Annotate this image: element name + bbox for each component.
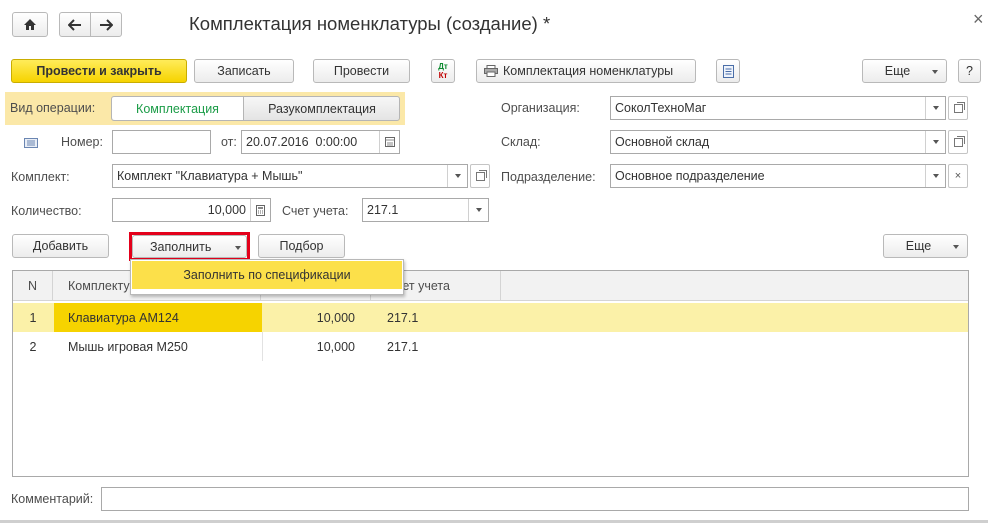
operation-option-disassembly[interactable]: Разукомплектация [245, 97, 399, 120]
operation-option-assembly[interactable]: Комплектация [112, 97, 244, 120]
number-input[interactable] [112, 130, 211, 154]
number-label: Номер: [61, 135, 103, 149]
row-account[interactable]: 217.1 [372, 303, 501, 332]
print-button[interactable]: Комплектация номенклатуры [476, 59, 696, 83]
quantity-label: Количество: [11, 204, 82, 218]
date-value: 20.07.2016 0:00:00 [246, 135, 358, 149]
add-row-button[interactable]: Добавить [12, 234, 109, 258]
organization-input[interactable]: СоколТехноМаг [610, 96, 946, 120]
comment-input[interactable] [101, 487, 969, 511]
chevron-down-icon [953, 245, 959, 249]
department-input[interactable]: Основное подразделение [610, 164, 946, 188]
fill-button[interactable]: Заполнить [132, 235, 247, 258]
window-title: Комплектация номенклатуры (создание) * [189, 13, 551, 34]
chevron-down-icon [932, 70, 938, 74]
account-input[interactable]: 217.1 [362, 198, 489, 222]
account-dropdown-icon[interactable] [468, 199, 488, 221]
warehouse-dropdown-icon[interactable] [925, 131, 945, 153]
print-button-label: Комплектация номенклатуры [503, 64, 674, 78]
organization-open-button[interactable] [948, 96, 968, 120]
department-clear-button[interactable]: × [948, 164, 968, 188]
write-button[interactable]: Записать [194, 59, 294, 83]
warehouse-label: Склад: [501, 135, 541, 149]
row-item[interactable]: Мышь игровая М250 [54, 332, 262, 361]
calculator-icon[interactable] [250, 199, 270, 221]
back-button[interactable] [59, 12, 91, 37]
organization-value: СоколТехноМаг [615, 101, 707, 115]
report-button[interactable] [716, 59, 740, 83]
kit-input[interactable]: Комплект "Клавиатура + Мышь" [112, 164, 468, 188]
list-icon [24, 138, 38, 148]
open-icon [953, 101, 965, 113]
more-actions-button[interactable]: Еще [862, 59, 947, 83]
fill-by-specification-item[interactable]: Заполнить по спецификации [132, 261, 402, 289]
table-more-button[interactable]: Еще [883, 234, 968, 258]
clear-icon: × [954, 170, 962, 182]
warehouse-value: Основной склад [615, 135, 710, 149]
date-input[interactable]: 20.07.2016 0:00:00 [241, 130, 400, 154]
open-icon [475, 169, 487, 181]
post-and-close-button[interactable]: Провести и закрыть [11, 59, 187, 83]
row-quantity[interactable]: 10,000 [262, 332, 371, 361]
help-button[interactable]: ? [958, 59, 981, 83]
department-dropdown-icon[interactable] [925, 165, 945, 187]
fill-button-label: Заполнить [150, 239, 212, 254]
table-more-label: Еще [905, 239, 932, 253]
account-label: Счет учета: [282, 204, 349, 218]
department-value: Основное подразделение [615, 169, 765, 183]
select-button[interactable]: Подбор [258, 234, 345, 258]
arrow-right-icon [100, 18, 113, 31]
items-table [12, 270, 969, 477]
printer-icon [484, 65, 498, 77]
department-label: Подразделение: [501, 170, 596, 184]
post-button[interactable]: Провести [313, 59, 410, 83]
dt-kt-button[interactable]: Дт Кт [431, 59, 455, 83]
quantity-input[interactable]: 10,000 [112, 198, 271, 222]
operation-label: Вид операции: [10, 101, 96, 115]
column-header-n[interactable]: N [13, 271, 53, 301]
row-number: 2 [29, 339, 37, 354]
organization-dropdown-icon[interactable] [925, 97, 945, 119]
forward-button[interactable] [90, 12, 122, 37]
calendar-icon[interactable] [379, 131, 399, 153]
kit-dropdown-icon[interactable] [447, 165, 467, 187]
open-icon [953, 135, 965, 147]
account-value: 217.1 [367, 203, 399, 217]
kit-open-button[interactable] [470, 164, 490, 188]
dt-label: Дт [438, 62, 448, 71]
kt-label: Кт [438, 71, 448, 80]
more-actions-label: Еще [884, 64, 911, 78]
comment-label: Комментарий: [11, 492, 94, 506]
date-label: от: [221, 135, 237, 149]
row-number: 1 [29, 310, 37, 325]
row-account[interactable]: 217.1 [372, 332, 501, 361]
warehouse-open-button[interactable] [948, 130, 968, 154]
table-row[interactable]: 2 Мышь игровая М250 10,000 217.1 [13, 332, 968, 361]
organization-label: Организация: [501, 101, 580, 115]
warehouse-input[interactable]: Основной склад [610, 130, 946, 154]
home-icon [24, 19, 36, 30]
home-button[interactable] [12, 12, 48, 37]
document-icon [722, 64, 734, 78]
kit-value: Комплект "Клавиатура + Мышь" [117, 169, 303, 183]
quantity-value: 10,000 [207, 203, 246, 217]
chevron-down-icon [235, 246, 241, 250]
arrow-left-icon [68, 18, 81, 31]
kit-label: Комплект: [11, 170, 70, 184]
close-icon[interactable]: × [973, 9, 984, 30]
table-row[interactable]: 1 Клавиатура АМ124 10,000 217.1 [13, 303, 968, 332]
row-item[interactable]: Клавиатура АМ124 [54, 303, 262, 332]
row-quantity[interactable]: 10,000 [262, 303, 371, 332]
